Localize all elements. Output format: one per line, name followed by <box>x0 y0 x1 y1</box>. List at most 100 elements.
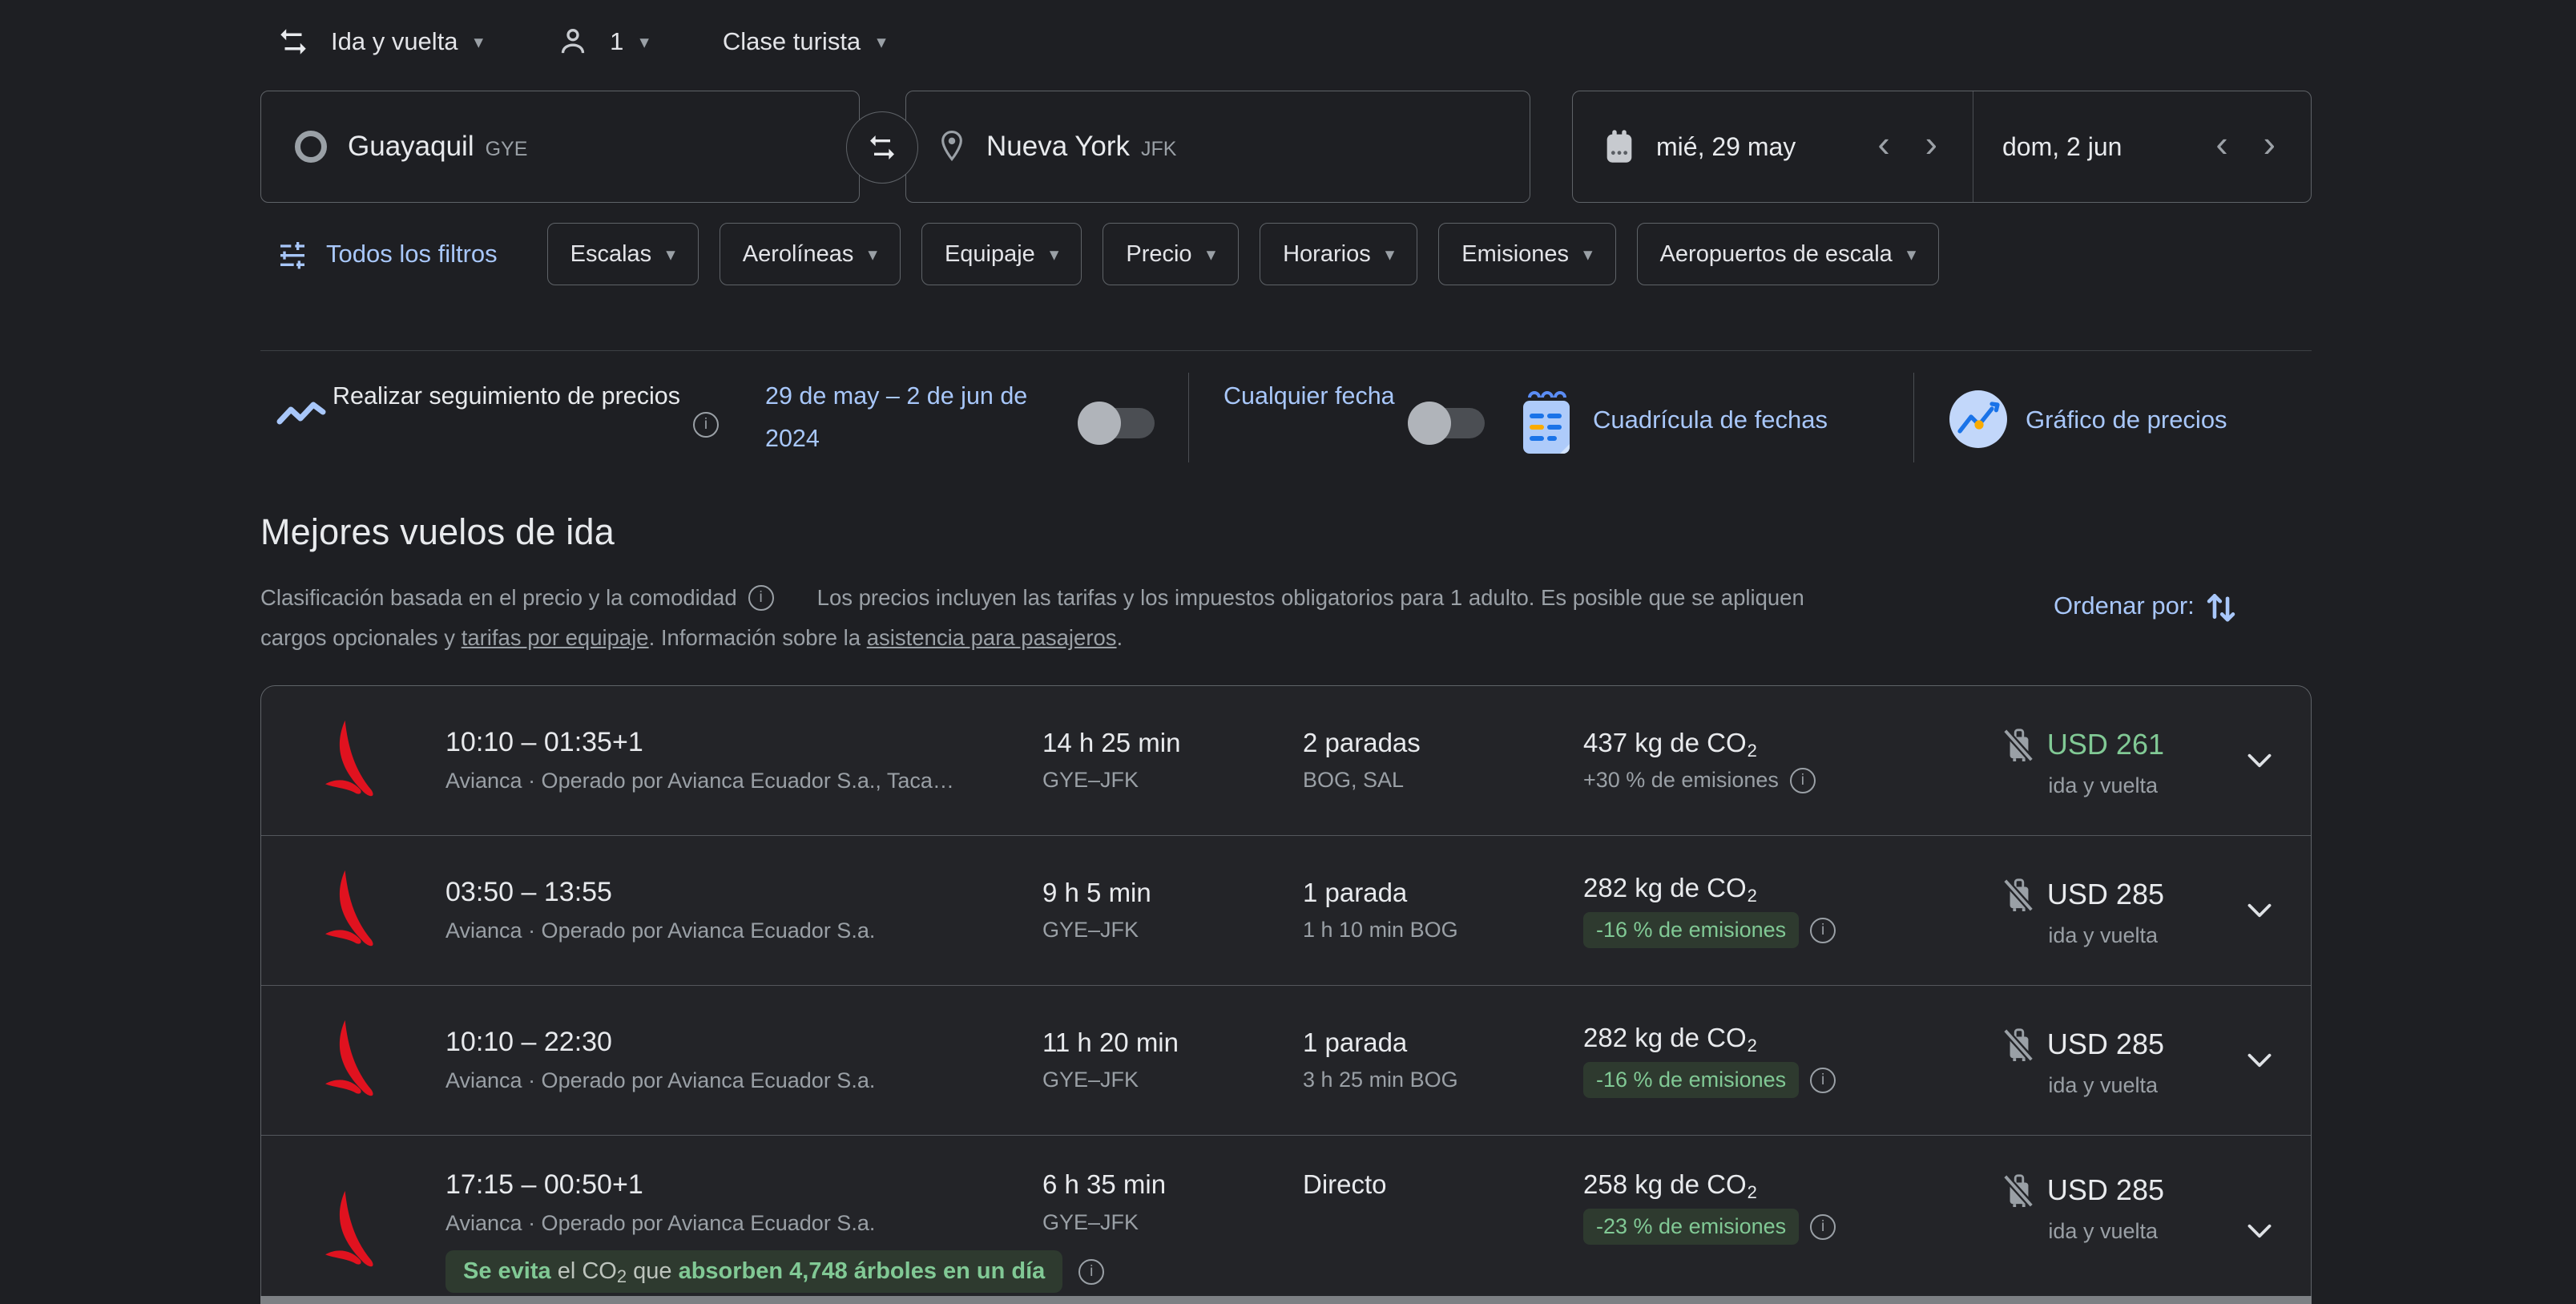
all-filters-button[interactable]: Todos los filtros <box>276 238 498 270</box>
flight-row[interactable]: 17:15 – 00:50+1 Avianca · Operado por Av… <box>261 1135 2311 1304</box>
pricing-note: Los precios incluyen las tarifas y los i… <box>817 585 1804 611</box>
vertical-divider <box>1913 373 1914 462</box>
info-icon[interactable]: i <box>748 585 774 611</box>
emissions-badge: -16 % de emisiones <box>1583 912 1799 948</box>
return-date-next-button[interactable]: › <box>2260 125 2279 162</box>
price-graph-icon <box>1949 390 2008 449</box>
note-text: cargos opcionales y <box>260 625 462 650</box>
duration-cell: 11 h 20 min GYE–JFK <box>1042 1027 1303 1094</box>
info-icon[interactable]: i <box>693 412 719 438</box>
chevron-down-icon: ▾ <box>1907 245 1917 264</box>
trip-type-note: ida y vuelta <box>2048 1073 2158 1098</box>
swap-origin-destination-button[interactable] <box>846 111 918 184</box>
stops-count: 1 parada <box>1303 878 1583 908</box>
track-dates-label[interactable]: 29 de may – 2 de jun de 2024 <box>765 375 1070 460</box>
co2-amount: 258 kg de CO <box>1583 1169 1747 1200</box>
track-dates-toggle[interactable] <box>1078 401 1158 446</box>
trip-type-note: ida y vuelta <box>2048 773 2158 798</box>
destination-field[interactable]: Nueva York JFK <box>905 91 1530 203</box>
filter-chip-stops[interactable]: Escalas ▾ <box>547 223 699 285</box>
vertical-divider <box>1188 373 1189 462</box>
emissions-cell: 437 kg de CO2 +30 % de emisionesi <box>1583 728 1968 794</box>
price: USD 285 <box>2047 878 2164 911</box>
origin-city: Guayaquil <box>348 131 474 163</box>
flight-duration: 14 h 25 min <box>1042 728 1303 758</box>
avianca-logo <box>261 1019 445 1102</box>
co2-amount: 282 kg de CO <box>1583 873 1747 903</box>
filter-chip-emissions[interactable]: Emisiones ▾ <box>1438 223 1615 285</box>
filter-chip-price[interactable]: Precio ▾ <box>1103 223 1239 285</box>
duration-cell: 14 h 25 min GYE–JFK <box>1042 728 1303 794</box>
chevron-down-icon: ▾ <box>639 33 649 51</box>
emissions-badge: -23 % de emisiones <box>1583 1209 1799 1245</box>
airline-operated-by: Avianca · Operado por Avianca Ecuador S.… <box>445 1209 1042 1237</box>
info-icon[interactable]: i <box>1790 768 1816 793</box>
price-graph-button[interactable]: Gráfico de precios <box>2026 406 2227 434</box>
airline-operated-by: Avianca · Operado por Avianca Ecuador S.… <box>445 767 1042 794</box>
flight-row[interactable]: 03:50 – 13:55 Avianca · Operado por Avia… <box>261 835 2311 985</box>
trip-type-note: ida y vuelta <box>2048 923 2158 948</box>
bottom-scroll-strip <box>260 1296 2312 1304</box>
passenger-selector[interactable]: 1 ▾ <box>610 27 649 56</box>
return-date-prev-button[interactable]: ‹ <box>2212 125 2231 162</box>
emissions-cell: 258 kg de CO2 -23 % de emisionesi <box>1583 1169 1968 1245</box>
expand-flight-button[interactable] <box>2208 892 2311 929</box>
filter-chip-connecting-airports[interactable]: Aeropuertos de escala ▾ <box>1637 223 1940 285</box>
expand-flight-button[interactable] <box>2208 742 2311 779</box>
flight-times: 10:10 – 22:30 <box>445 1027 612 1058</box>
expand-flight-button[interactable] <box>2208 1213 2311 1249</box>
flight-row[interactable]: 10:10 – 22:30 Avianca · Operado por Avia… <box>261 985 2311 1135</box>
avianca-logo <box>261 1189 445 1273</box>
departure-date-section[interactable]: mié, 29 may ‹ › <box>1573 91 1973 202</box>
flight-route: GYE–JFK <box>1042 1067 1303 1094</box>
cabin-class-selector[interactable]: Clase turista ▾ <box>723 27 886 56</box>
chip-label: Horarios <box>1283 241 1371 268</box>
info-icon[interactable]: i <box>1810 1068 1836 1093</box>
flight-times-cell: 17:15 – 00:50+1 Avianca · Operado por Av… <box>445 1169 1042 1237</box>
chevron-down-icon <box>2241 892 2278 929</box>
eco-text: que <box>627 1258 679 1285</box>
bag-fees-link[interactable]: tarifas por equipaje <box>462 625 649 650</box>
sort-by-button[interactable]: Ordenar por: <box>2054 587 2238 624</box>
filter-chip-times[interactable]: Horarios ▾ <box>1260 223 1417 285</box>
info-icon[interactable]: i <box>1078 1259 1104 1285</box>
info-icon[interactable]: i <box>1810 1214 1836 1240</box>
flight-duration: 6 h 35 min <box>1042 1169 1303 1200</box>
co2-subscript: 2 <box>1748 741 1757 761</box>
eco-badge: Se evita el CO2 que absorben 4,748 árbol… <box>445 1250 1062 1293</box>
return-date-section[interactable]: dom, 2 jun ‹ › <box>1973 91 2311 202</box>
flight-times-cell: 03:50 – 13:55 Avianca · Operado por Avia… <box>445 877 1042 944</box>
expand-flight-button[interactable] <box>2208 1042 2311 1079</box>
filter-chip-airlines[interactable]: Aerolíneas ▾ <box>720 223 901 285</box>
results-subtitle-line1: Clasificación basada en el precio y la c… <box>260 585 1804 611</box>
flight-row[interactable]: 10:10 – 01:35+1 Avianca · Operado por Av… <box>261 686 2311 835</box>
emissions-cell: 282 kg de CO2 -16 % de emisiones i <box>1583 873 1968 948</box>
price-cell: USD 285 ida y vuelta <box>1968 1169 2208 1244</box>
chevron-down-icon: ▾ <box>666 245 675 264</box>
origin-field[interactable]: Guayaquil GYE <box>260 91 860 203</box>
flight-times-cell: 10:10 – 01:35+1 Avianca · Operado por Av… <box>445 727 1042 794</box>
passenger-assistance-link[interactable]: asistencia para pasajeros <box>867 625 1117 650</box>
departure-date-prev-button[interactable]: ‹ <box>1874 125 1893 162</box>
any-date-label[interactable]: Cualquier fecha <box>1223 375 1396 418</box>
best-flights-list: 10:10 – 01:35+1 Avianca · Operado por Av… <box>260 685 2312 1304</box>
price: USD 261 <box>2047 728 2164 761</box>
chip-label: Escalas <box>570 241 652 268</box>
eco-banner: Se evita el CO2 que absorben 4,748 árbol… <box>445 1250 1104 1293</box>
sort-arrows-icon <box>2204 587 2238 624</box>
any-date-toggle[interactable] <box>1408 401 1488 446</box>
trip-controls: Ida y vuelta ▾ 1 ▾ Clase turista ▾ <box>276 18 886 66</box>
price: USD 285 <box>2047 1173 2164 1207</box>
trip-type-selector[interactable]: Ida y vuelta ▾ <box>331 27 483 56</box>
date-grid-button[interactable]: Cuadrícula de fechas <box>1593 406 1828 434</box>
stops-count: 1 parada <box>1303 1027 1583 1058</box>
flight-times: 03:50 – 13:55 <box>445 877 612 908</box>
info-icon[interactable]: i <box>1810 918 1836 943</box>
co2-subscript: 2 <box>1748 886 1757 906</box>
chip-label: Precio <box>1126 241 1191 268</box>
departure-date-next-button[interactable]: › <box>1922 125 1941 162</box>
date-grid-icon <box>1517 390 1574 458</box>
filter-chip-bags[interactable]: Equipaje ▾ <box>921 223 1082 285</box>
stops-count: 2 paradas <box>1303 728 1583 758</box>
avianca-logo <box>261 869 445 952</box>
